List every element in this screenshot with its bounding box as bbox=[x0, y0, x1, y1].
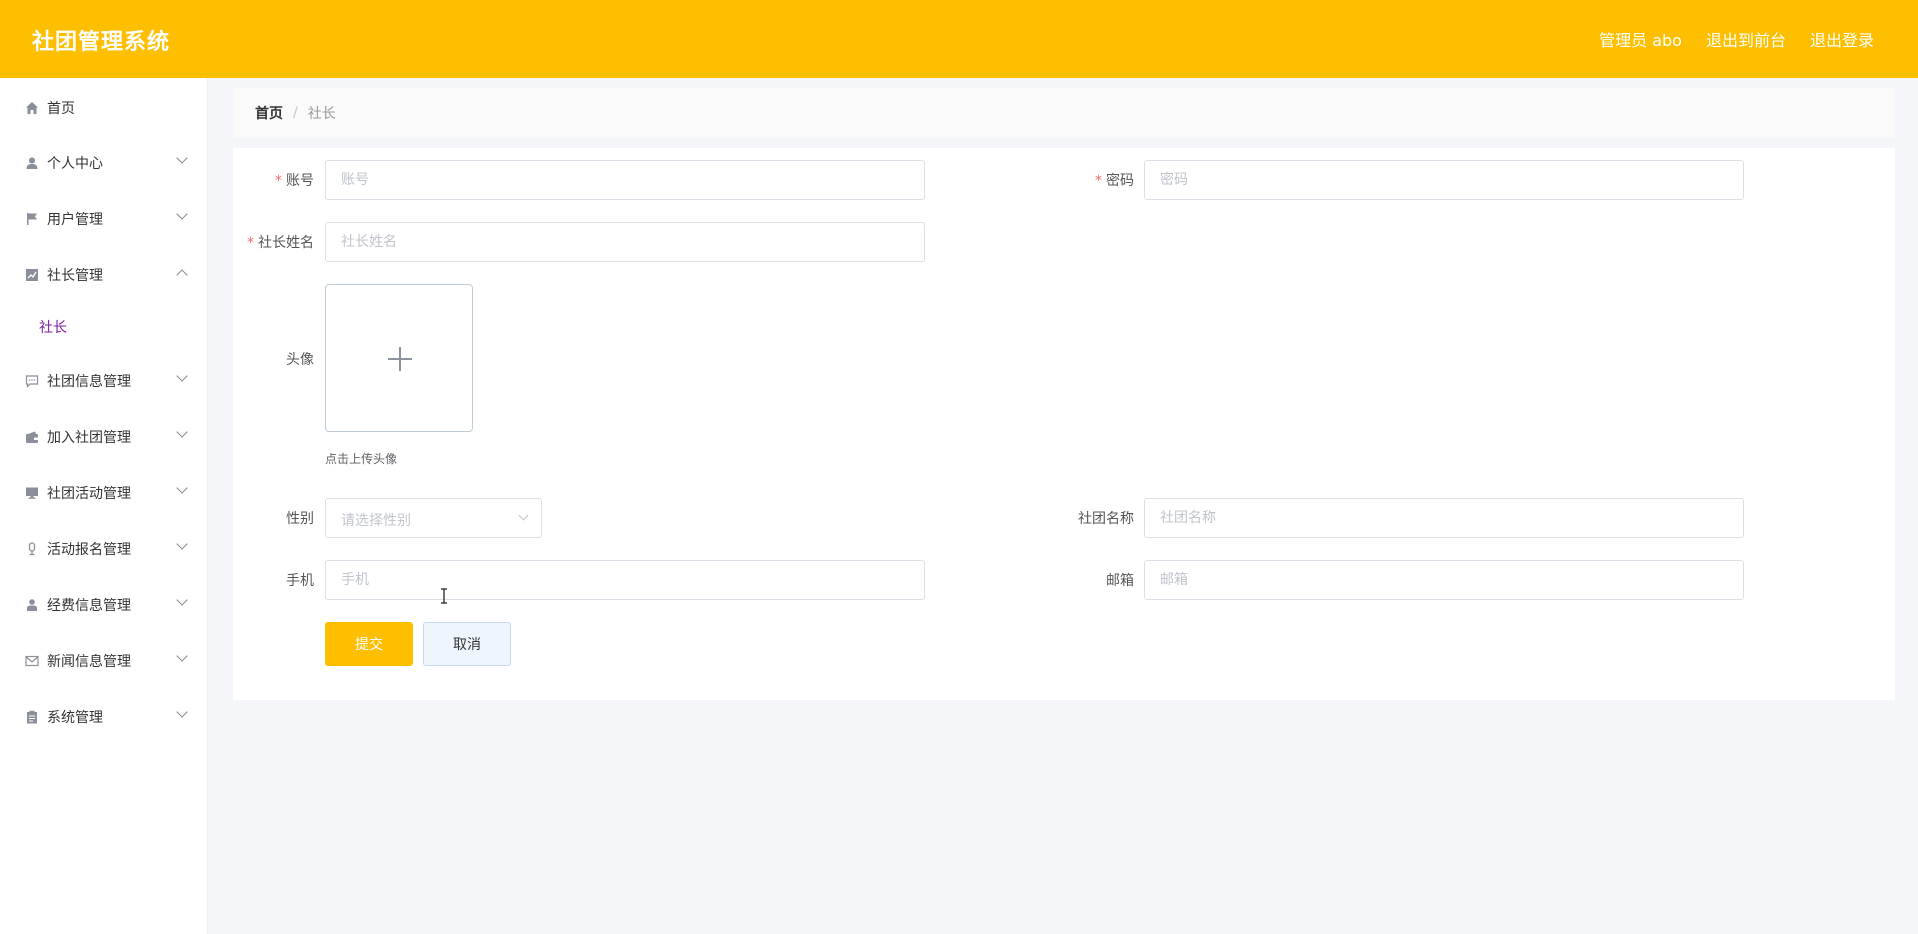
sidebar-item-label: 首页 bbox=[47, 101, 75, 117]
club-name-input[interactable] bbox=[1144, 498, 1744, 538]
flag-icon bbox=[24, 211, 40, 227]
monitor-icon bbox=[24, 485, 40, 501]
required-mark: * bbox=[247, 235, 254, 251]
sidebar-item-label: 社团活动管理 bbox=[47, 486, 131, 502]
chart-icon bbox=[24, 267, 40, 283]
wallet-icon bbox=[24, 429, 40, 445]
top-header: 社团管理系统 管理员 abo 退出到前台 退出登录 bbox=[0, 0, 1918, 78]
account-label: * 账号 bbox=[275, 173, 314, 189]
chevron-down-icon bbox=[176, 152, 188, 164]
chevron-down-icon bbox=[176, 650, 188, 662]
sidebar-item-label: 活动报名管理 bbox=[47, 542, 131, 558]
sidebar: 首页 个人中心 用户管理 社长管理 社长 社团信息管理 加入社团管理 社团活动管… bbox=[0, 78, 208, 934]
chevron-down-icon bbox=[176, 538, 188, 550]
email-input[interactable] bbox=[1144, 560, 1744, 600]
chevron-down-icon bbox=[176, 370, 188, 382]
sidebar-item-club-info-management[interactable]: 社团信息管理 bbox=[0, 359, 208, 403]
gender-select[interactable]: 请选择性别 bbox=[325, 498, 542, 538]
president-name-input[interactable] bbox=[325, 222, 925, 262]
sidebar-item-personal-center[interactable]: 个人中心 bbox=[0, 141, 208, 185]
clipboard-icon bbox=[24, 709, 40, 725]
logout-link[interactable]: 退出登录 bbox=[1810, 27, 1874, 51]
sidebar-item-join-club-management[interactable]: 加入社团管理 bbox=[0, 415, 208, 459]
sidebar-item-system-management[interactable]: 系统管理 bbox=[0, 695, 208, 739]
chevron-down-icon bbox=[176, 208, 188, 220]
president-name-label: * 社长姓名 bbox=[247, 235, 314, 251]
text-cursor-icon bbox=[441, 588, 447, 604]
user-icon bbox=[24, 155, 40, 171]
microphone-icon bbox=[24, 541, 40, 557]
app-title: 社团管理系统 bbox=[32, 30, 171, 55]
avatar-label: 头像 bbox=[286, 352, 314, 368]
exit-to-front-link[interactable]: 退出到前台 bbox=[1706, 27, 1786, 51]
header-actions: 管理员 abo 退出到前台 退出登录 bbox=[1599, 27, 1874, 51]
submit-button[interactable]: 提交 bbox=[325, 622, 413, 666]
chevron-down-icon bbox=[176, 706, 188, 718]
sidebar-item-label: 用户管理 bbox=[47, 212, 103, 228]
required-mark: * bbox=[275, 173, 282, 189]
sidebar-item-label: 加入社团管理 bbox=[47, 430, 131, 446]
sidebar-item-activity-signup-management[interactable]: 活动报名管理 bbox=[0, 527, 208, 571]
sidebar-item-label: 个人中心 bbox=[47, 156, 103, 172]
breadcrumb: 首页 / 社长 bbox=[233, 88, 1895, 138]
avatar-upload-tip: 点击上传头像 bbox=[325, 452, 398, 466]
admin-user-label[interactable]: 管理员 abo bbox=[1599, 27, 1682, 51]
club-name-label: 社团名称 bbox=[1078, 511, 1134, 527]
sidebar-subitem-label: 社长 bbox=[39, 320, 67, 336]
phone-input[interactable] bbox=[325, 560, 925, 600]
required-mark: * bbox=[1095, 173, 1102, 189]
chat-icon bbox=[24, 373, 40, 389]
sidebar-item-label: 经费信息管理 bbox=[47, 598, 131, 614]
sidebar-subitem-president[interactable]: 社长 bbox=[0, 307, 208, 347]
sidebar-item-president-management[interactable]: 社长管理 bbox=[0, 253, 208, 297]
account-input[interactable] bbox=[325, 160, 925, 200]
sidebar-item-club-activity-management[interactable]: 社团活动管理 bbox=[0, 471, 208, 515]
chevron-up-icon bbox=[176, 269, 188, 281]
cancel-button[interactable]: 取消 bbox=[423, 622, 511, 666]
breadcrumb-current: 社长 bbox=[307, 106, 336, 122]
avatar-upload[interactable] bbox=[325, 284, 473, 432]
sidebar-item-user-management[interactable]: 用户管理 bbox=[0, 197, 208, 241]
password-input[interactable] bbox=[1144, 160, 1744, 200]
breadcrumb-home[interactable]: 首页 bbox=[255, 103, 283, 123]
email-label: 邮箱 bbox=[1106, 573, 1134, 589]
sidebar-item-funding-management[interactable]: 经费信息管理 bbox=[0, 583, 208, 627]
chevron-down-icon bbox=[176, 426, 188, 438]
gender-select-placeholder: 请选择性别 bbox=[341, 513, 411, 529]
person-icon bbox=[24, 597, 40, 613]
phone-label: 手机 bbox=[286, 573, 314, 589]
home-icon bbox=[24, 100, 40, 116]
chevron-down-icon bbox=[176, 594, 188, 606]
password-label: * 密码 bbox=[1095, 173, 1134, 189]
sidebar-item-label: 新闻信息管理 bbox=[47, 654, 131, 670]
sidebar-item-label: 社长管理 bbox=[47, 268, 103, 284]
sidebar-item-label: 社团信息管理 bbox=[47, 374, 131, 390]
breadcrumb-separator: / bbox=[293, 105, 298, 121]
sidebar-item-news-management[interactable]: 新闻信息管理 bbox=[0, 639, 208, 683]
chevron-down-icon bbox=[518, 510, 529, 521]
mail-icon bbox=[24, 653, 40, 669]
chevron-down-icon bbox=[176, 482, 188, 494]
sidebar-item-label: 系统管理 bbox=[47, 710, 103, 726]
gender-label: 性别 bbox=[286, 511, 314, 527]
sidebar-item-home[interactable]: 首页 bbox=[0, 86, 208, 130]
